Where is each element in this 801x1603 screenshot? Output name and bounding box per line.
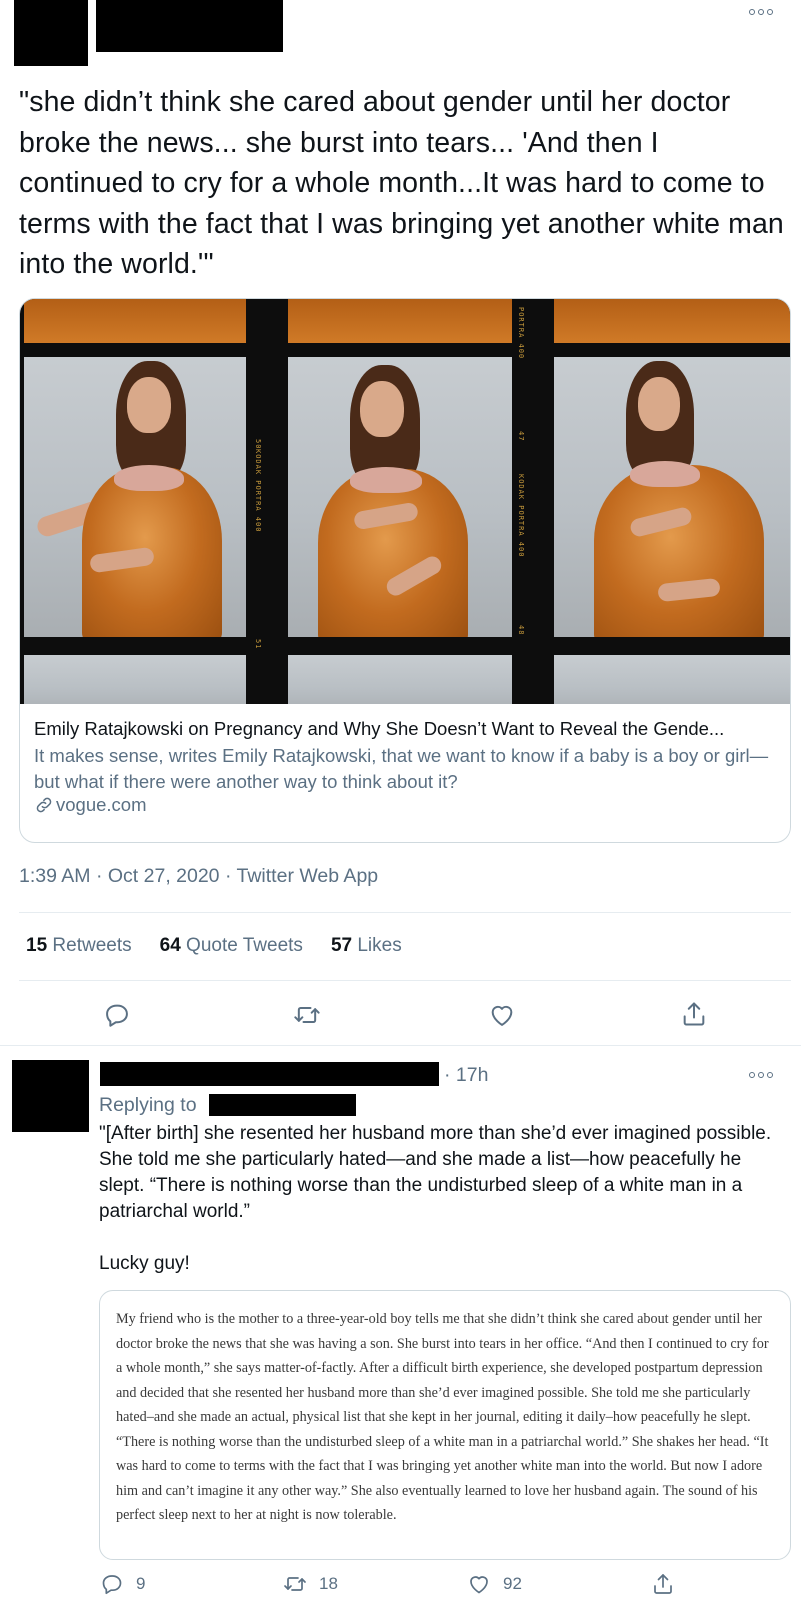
card-title[interactable]: Emily Ratajkowski on Pregnancy and Why S… <box>34 717 778 741</box>
likes-stat[interactable]: 57 Likes <box>331 935 402 957</box>
model-figure-3 <box>554 357 790 637</box>
reply-text-paragraph-2: Lucky guy! <box>99 1253 190 1274</box>
reply-icon[interactable] <box>103 1001 131 1029</box>
film-frame-top-1 <box>24 299 246 343</box>
reply-more-icon[interactable] <box>748 1069 774 1081</box>
reply-icon[interactable] <box>100 1572 124 1596</box>
film-label-1: PORTRA 400 <box>517 307 525 360</box>
tweet-text: "she didn’t think she cared about gender… <box>19 86 784 280</box>
retweets-stat[interactable]: 15 Retweets <box>26 935 132 957</box>
replying-to-label: Replying to <box>99 1094 197 1116</box>
redacted-replying-to-handle[interactable] <box>209 1094 356 1116</box>
reply-count: 9 <box>136 1574 146 1593</box>
film-frame-bottom-2 <box>288 655 512 704</box>
tweet-stats: 15 Retweets 64 Quote Tweets 57 Likes <box>26 935 402 957</box>
retweet-icon[interactable] <box>283 1572 307 1596</box>
film-label-4: 47 <box>517 431 525 442</box>
reply-timestamp[interactable]: · 17h <box>444 1064 488 1087</box>
redacted-username[interactable] <box>96 0 283 52</box>
film-frame-top-2 <box>288 299 512 343</box>
card-description: It makes sense, writes Emily Ratajkowski… <box>34 745 769 792</box>
retweet-icon[interactable] <box>293 1001 321 1029</box>
quote-text: My friend who is the mother to a three-y… <box>116 1311 769 1523</box>
film-label-3: KODAK PORTRA 400 <box>517 474 525 558</box>
tweet-separator <box>0 1045 801 1046</box>
film-frame-3 <box>554 357 790 637</box>
divider-bottom <box>19 980 791 981</box>
film-label-7: 51 <box>254 639 262 650</box>
more-icon[interactable] <box>748 6 774 18</box>
redacted-reply-avatar[interactable] <box>12 1060 89 1132</box>
film-frame-top-3 <box>554 299 790 343</box>
film-label-5: 48 <box>517 625 525 636</box>
tweet-meta: 1:39 AM · Oct 27, 2020 · Twitter Web App <box>19 865 379 887</box>
reply-text-paragraph-1: "[After birth] she resented her husband … <box>99 1123 772 1222</box>
reply-retweet-action[interactable]: 18 <box>283 1572 338 1596</box>
redacted-avatar[interactable] <box>14 0 88 66</box>
reply-reply-action[interactable]: 9 <box>100 1572 145 1596</box>
like-icon[interactable] <box>467 1572 491 1596</box>
card-domain-row[interactable]: vogue.com <box>34 794 147 816</box>
share-icon[interactable] <box>651 1572 675 1596</box>
like-count: 92 <box>503 1574 522 1593</box>
redacted-reply-username[interactable] <box>100 1062 439 1086</box>
link-card[interactable]: PORTRA 400 KODAK PORTRA 400 KODAK PORTRA… <box>19 298 791 843</box>
share-icon[interactable] <box>680 1000 708 1028</box>
link-icon <box>34 795 54 815</box>
film-frame-bottom-1 <box>24 655 246 704</box>
film-frame-2 <box>288 357 512 637</box>
film-frame-1 <box>24 357 246 637</box>
retweet-count: 18 <box>319 1574 338 1593</box>
film-label-2: KODAK PORTRA 400 <box>254 449 262 533</box>
card-image[interactable]: PORTRA 400 KODAK PORTRA 400 KODAK PORTRA… <box>20 299 790 704</box>
quotes-stat[interactable]: 64 Quote Tweets <box>160 935 303 957</box>
film-frame-bottom-3 <box>554 655 790 704</box>
reply-share-action[interactable] <box>651 1572 675 1596</box>
model-figure-2 <box>288 357 512 637</box>
reply-text: "[After birth] she resented her husband … <box>99 1121 789 1303</box>
film-label-6: 50 <box>254 439 262 450</box>
reply-like-action[interactable]: 92 <box>467 1572 522 1596</box>
card-domain: vogue.com <box>56 794 147 815</box>
divider-top <box>19 912 791 913</box>
quote-image[interactable]: My friend who is the mother to a three-y… <box>99 1290 791 1560</box>
like-icon[interactable] <box>488 1001 516 1029</box>
model-figure-1 <box>24 357 246 637</box>
